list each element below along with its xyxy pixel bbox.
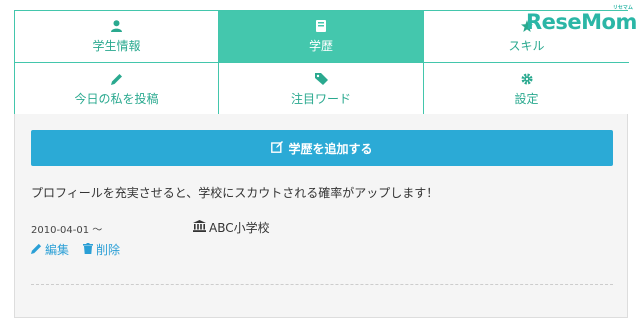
- tab-label: 今日の私を投稿: [74, 91, 159, 106]
- pencil-icon: [110, 72, 123, 86]
- scout-tip-message: プロフィールを充実させると、学校にスカウトされる確率がアップします！: [31, 186, 439, 200]
- tag-icon: [314, 72, 328, 86]
- add-education-button[interactable]: 学歴を追加する: [31, 130, 613, 166]
- edit-square-icon: [271, 140, 288, 156]
- delete-label: 削除: [96, 243, 121, 257]
- watermark-kana: リセマム: [612, 5, 633, 11]
- tab-label: 設定: [514, 91, 539, 106]
- dashed-divider: [31, 284, 613, 285]
- delete-link[interactable]: 削除: [83, 241, 120, 258]
- tab-label: スキル: [508, 39, 545, 53]
- edit-label: 編集: [45, 243, 70, 257]
- person-icon: [111, 19, 122, 33]
- education-school: ABC小学校: [193, 219, 270, 236]
- tab-label: 学生情報: [92, 39, 141, 53]
- resemom-watermark: ReseMom リセマム: [526, 5, 637, 34]
- school-name: ABC小学校: [209, 221, 270, 235]
- tab-student-info[interactable]: 学生情報: [15, 11, 219, 63]
- add-education-label: 学歴を追加する: [288, 141, 373, 156]
- gear-icon: [521, 72, 533, 86]
- tab-label: 学歴: [308, 39, 333, 53]
- education-panel: 学歴を追加する プロフィールを充実させると、学校にスカウトされる確率がアップしま…: [14, 114, 628, 318]
- tab-settings[interactable]: 設定: [424, 63, 629, 115]
- tab-label: 注目ワード: [290, 91, 351, 106]
- tab-featured-words[interactable]: 注目ワード: [219, 63, 424, 115]
- edit-link[interactable]: 編集: [31, 241, 69, 258]
- watermark-text: ReseMom: [526, 10, 637, 34]
- education-date: 2010-04-01 〜: [31, 225, 103, 236]
- tab-post-today[interactable]: 今日の私を投稿: [15, 63, 219, 115]
- entry-actions: 編集 削除: [31, 241, 134, 258]
- tab-education[interactable]: 学歴: [219, 11, 424, 63]
- book-icon: [316, 19, 326, 33]
- pencil-icon: [31, 243, 45, 257]
- institution-icon: [193, 220, 209, 235]
- trash-icon: [83, 242, 96, 257]
